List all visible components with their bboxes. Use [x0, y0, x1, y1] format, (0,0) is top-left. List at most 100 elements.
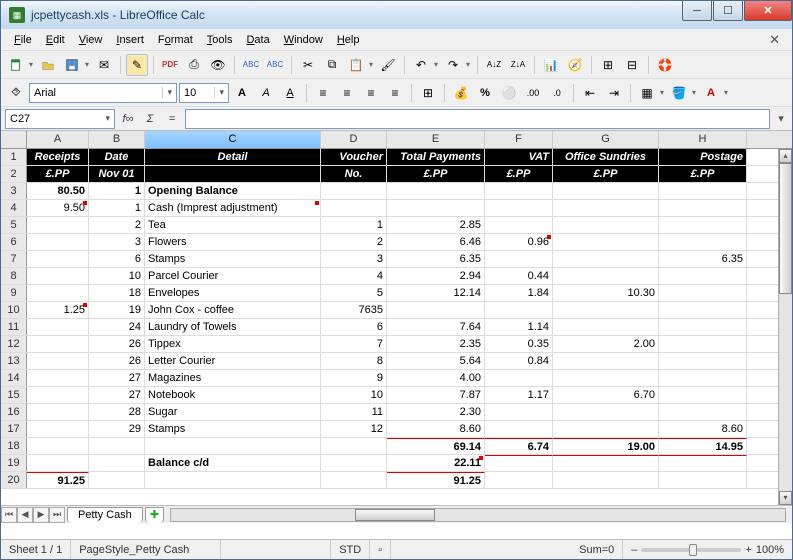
cell[interactable]: 6.74	[485, 438, 553, 454]
merge-icon[interactable]: ⊞	[417, 82, 439, 104]
zoom-slider[interactable]	[641, 548, 741, 552]
open-icon[interactable]	[37, 54, 59, 76]
autospell-icon[interactable]: ABC	[264, 54, 286, 76]
menu-file[interactable]: File	[7, 32, 39, 48]
row-header[interactable]: 6	[1, 234, 27, 250]
new-dropdown[interactable]: ▾	[27, 60, 35, 69]
cell[interactable]	[659, 387, 747, 403]
row-header[interactable]: 12	[1, 336, 27, 352]
cell[interactable]: No.	[321, 166, 387, 182]
cell[interactable]	[659, 353, 747, 369]
cell[interactable]: 80.50	[27, 183, 89, 199]
equals-icon[interactable]: =	[163, 113, 181, 125]
standard-fmt-icon[interactable]: ⚪	[498, 82, 520, 104]
cell[interactable]	[27, 336, 89, 352]
cell[interactable]	[27, 455, 89, 471]
sort-asc-icon[interactable]: A↓Z	[483, 54, 505, 76]
cell[interactable]	[321, 438, 387, 454]
pdf-icon[interactable]: PDF	[159, 54, 181, 76]
cell[interactable]: 11	[321, 404, 387, 420]
cell[interactable]: 26	[89, 353, 145, 369]
cell[interactable]: 6	[89, 251, 145, 267]
cell[interactable]: Total Payments	[387, 149, 485, 165]
cut-icon[interactable]: ✂	[297, 54, 319, 76]
row-header[interactable]: 2	[1, 166, 27, 182]
row-header[interactable]: 20	[1, 472, 27, 488]
currency-icon[interactable]: 💰	[450, 82, 472, 104]
row-header[interactable]: 8	[1, 268, 27, 284]
cell[interactable]: Sugar	[145, 404, 321, 420]
cell[interactable]: Receipts	[27, 149, 89, 165]
cell[interactable]: Office Sundries	[553, 149, 659, 165]
menu-help[interactable]: Help	[330, 32, 367, 48]
cell[interactable]	[553, 455, 659, 471]
cell[interactable]	[321, 183, 387, 199]
row-header[interactable]: 7	[1, 251, 27, 267]
cell[interactable]: 22.11	[387, 455, 485, 471]
spellcheck-icon[interactable]: ABC	[240, 54, 262, 76]
cell[interactable]	[553, 472, 659, 488]
row-header[interactable]: 1	[1, 149, 27, 165]
cell[interactable]	[27, 217, 89, 233]
cell[interactable]: £.PP	[659, 166, 747, 182]
row-header[interactable]: 16	[1, 404, 27, 420]
redo-icon[interactable]: ↷	[442, 54, 464, 76]
cell[interactable]: 2.35	[387, 336, 485, 352]
cell[interactable]	[27, 438, 89, 454]
menu-format[interactable]: Format	[151, 32, 200, 48]
cell[interactable]: 12.14	[387, 285, 485, 301]
cell[interactable]	[659, 217, 747, 233]
row-header[interactable]: 9	[1, 285, 27, 301]
titlebar[interactable]: ▦ jcpettycash.xls - LibreOffice Calc ─ ☐…	[0, 0, 793, 29]
close-button[interactable]: ✕	[744, 1, 792, 21]
cell[interactable]	[553, 234, 659, 250]
cell[interactable]: Date	[89, 149, 145, 165]
cell[interactable]	[485, 421, 553, 437]
cell[interactable]	[145, 438, 321, 454]
data-sources-icon[interactable]: ⊟	[621, 54, 643, 76]
cell[interactable]	[27, 319, 89, 335]
add-sheet-icon[interactable]: ✚	[145, 507, 164, 523]
col-header-E[interactable]: E	[387, 131, 485, 148]
cell[interactable]: Cash (Imprest adjustment)	[145, 200, 321, 216]
menu-edit[interactable]: Edit	[39, 32, 72, 48]
zoom-in-icon[interactable]: +	[745, 544, 751, 556]
cell[interactable]: Magazines	[145, 370, 321, 386]
cell[interactable]: 7	[321, 336, 387, 352]
preview-icon[interactable]: 👁	[207, 54, 229, 76]
row-header[interactable]: 11	[1, 319, 27, 335]
italic-icon[interactable]: A	[255, 82, 277, 104]
cell[interactable]: £.PP	[553, 166, 659, 182]
cell[interactable]	[553, 183, 659, 199]
cell[interactable]: 0.96	[485, 234, 553, 250]
cell[interactable]	[387, 302, 485, 318]
cell[interactable]: 69.14	[387, 438, 485, 454]
email-icon[interactable]: ✉	[93, 54, 115, 76]
row-header[interactable]: 3	[1, 183, 27, 199]
tab-first-icon[interactable]: ⏮	[1, 507, 17, 523]
cell[interactable]: Detail	[145, 149, 321, 165]
row-header[interactable]: 18	[1, 438, 27, 454]
cell[interactable]: 1	[89, 200, 145, 216]
vertical-scrollbar[interactable]: ▴ ▾	[778, 149, 792, 505]
cell[interactable]: 1	[321, 217, 387, 233]
maximize-button[interactable]: ☐	[713, 1, 743, 21]
cell[interactable]	[553, 251, 659, 267]
row-header[interactable]: 15	[1, 387, 27, 403]
cell[interactable]: Notebook	[145, 387, 321, 403]
cell[interactable]: 6.70	[553, 387, 659, 403]
sort-desc-icon[interactable]: Z↓A	[507, 54, 529, 76]
add-decimal-icon[interactable]: .00	[522, 82, 544, 104]
styles-icon[interactable]: ⯑	[5, 82, 27, 104]
align-justify-icon[interactable]: ≡	[384, 82, 406, 104]
cell[interactable]	[89, 455, 145, 471]
cell[interactable]: 4	[321, 268, 387, 284]
menu-insert[interactable]: Insert	[109, 32, 151, 48]
cell[interactable]	[659, 370, 747, 386]
cell[interactable]	[387, 183, 485, 199]
status-std[interactable]: STD	[331, 540, 370, 559]
cell[interactable]: Tippex	[145, 336, 321, 352]
cell[interactable]: 8.60	[659, 421, 747, 437]
cell[interactable]: 28	[89, 404, 145, 420]
cell[interactable]	[553, 319, 659, 335]
